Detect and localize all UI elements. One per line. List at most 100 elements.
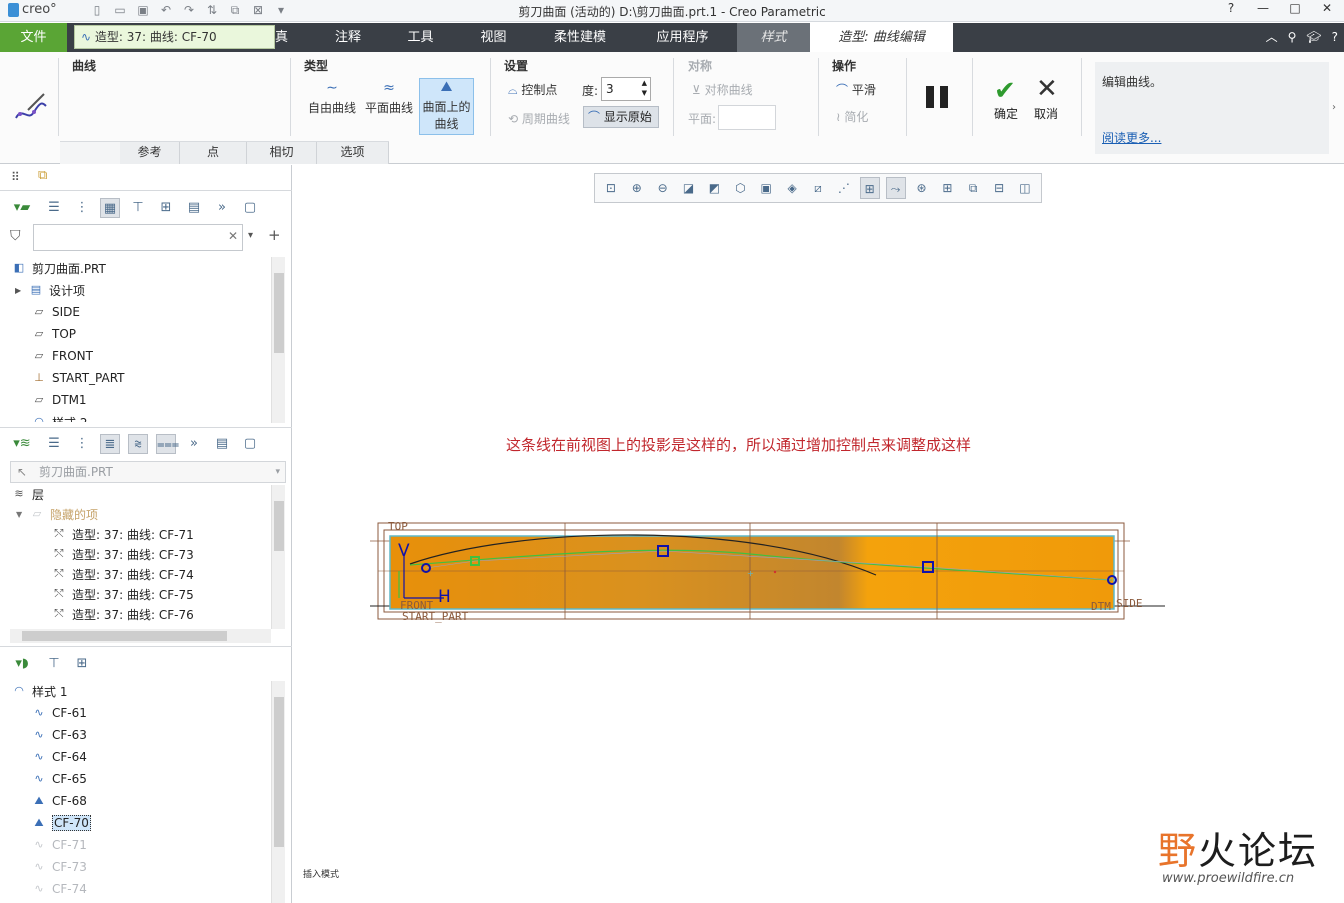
folder-browser-tab-icon[interactable]: ⧉ xyxy=(38,168,47,183)
tree-item-style-2[interactable]: ◠样式 2 xyxy=(32,412,87,422)
simplify-button[interactable]: ≀ 简化 xyxy=(836,108,868,125)
help-button[interactable]: ? xyxy=(1220,1,1242,15)
layer-item[interactable]: ⤲ 造型: 37: 曲线: CF-73 xyxy=(52,544,194,564)
help-icon[interactable]: ? xyxy=(1332,23,1338,52)
zoom-out-icon[interactable]: ⊖ xyxy=(653,177,673,199)
style-item-cf-61[interactable]: ∿ CF-61 xyxy=(32,703,87,723)
control-points-display-icon[interactable]: ⊞ xyxy=(859,177,880,199)
active-plane-icon[interactable]: ⧉ xyxy=(963,177,983,199)
redo-icon[interactable]: ↷ xyxy=(180,3,198,18)
open-file-icon[interactable]: ▭ xyxy=(111,3,129,18)
style-item-cf-64[interactable]: ∿ CF-64 xyxy=(32,747,87,767)
model-tree-dropdown-icon[interactable]: ▾▰ xyxy=(8,198,36,218)
saved-views-icon[interactable]: ⬡ xyxy=(730,177,750,199)
tree-item-start-part[interactable]: ⊥ START_PART xyxy=(32,368,124,388)
save-icon[interactable]: ▣ xyxy=(134,3,152,18)
menu-tools[interactable]: 工具 xyxy=(384,23,457,52)
layer-hscrollbar[interactable] xyxy=(10,629,271,643)
clear-search-icon[interactable]: ✕ xyxy=(228,229,238,243)
menu-view[interactable]: 视图 xyxy=(457,23,530,52)
curve-selector-field[interactable]: ∿ 造型: 37: 曲线: CF-70 xyxy=(74,25,275,49)
refit-icon[interactable]: ⊡ xyxy=(601,177,621,199)
style-root[interactable]: ◠ 样式 1 xyxy=(12,681,67,701)
control-points-toggle[interactable]: ⌓ 控制点 xyxy=(508,81,557,98)
hscroll-thumb[interactable] xyxy=(22,631,227,641)
show-icon[interactable]: ▤ xyxy=(184,198,204,218)
cancel-button[interactable]: 取消 xyxy=(1034,105,1058,122)
close-window-icon[interactable]: ⊠ xyxy=(249,3,267,18)
layer-item[interactable]: ⤲ 造型: 37: 曲线: CF-76 xyxy=(52,604,194,624)
tree-item-front[interactable]: ▱ FRONT xyxy=(32,346,93,366)
style-item-cf-74[interactable]: ∿ CF-74 xyxy=(32,879,87,899)
collapse-arrow-icon[interactable]: ▼ xyxy=(16,510,24,519)
more-icon[interactable]: » xyxy=(184,434,204,454)
pause-icon[interactable] xyxy=(926,86,950,108)
search-icon[interactable]: ⚲ xyxy=(1288,23,1297,52)
perspective-icon[interactable]: ◈ xyxy=(782,177,802,199)
add-filter-icon[interactable]: + xyxy=(268,226,281,244)
style-dropdown-icon[interactable]: ▾◗ xyxy=(8,654,36,674)
view-manager-icon[interactable]: ▣ xyxy=(756,177,776,199)
spin-center-icon[interactable]: ⊛ xyxy=(912,177,932,199)
grid-icon[interactable]: ⊞ xyxy=(937,177,957,199)
undo-icon[interactable]: ↶ xyxy=(157,3,175,18)
learning-icon[interactable]: 🎓︎ xyxy=(1306,23,1321,52)
model-tree-tab-icon[interactable]: ⠿ xyxy=(11,170,20,184)
tree-columns-icon[interactable]: ▦ xyxy=(100,198,120,218)
plane-curve-button[interactable]: ≈ 平面曲线 xyxy=(362,80,416,134)
chevron-down-icon[interactable]: ▾ xyxy=(275,462,280,482)
notes-icon[interactable]: ▢ xyxy=(240,198,260,218)
tree-search-input[interactable]: ✕ xyxy=(33,224,243,251)
collapse-all-icon[interactable]: ⋮ xyxy=(72,198,92,218)
expand-arrow-icon[interactable]: ▶ xyxy=(15,286,23,295)
collapse-all-icon[interactable]: ⋮ xyxy=(72,434,92,454)
ribbon-collapse-icon[interactable]: ︿ xyxy=(1266,23,1278,52)
menu-annotate[interactable]: 注释 xyxy=(312,23,384,52)
layer-item[interactable]: ⤲ 造型: 37: 曲线: CF-75 xyxy=(52,584,194,604)
tab-curve-edit[interactable]: 造型: 曲线编辑 xyxy=(810,23,953,52)
style-tree-scrollbar[interactable] xyxy=(271,681,285,903)
expand-all-icon[interactable]: ☰ xyxy=(44,198,64,218)
menu-applications[interactable]: 应用程序 xyxy=(630,23,735,52)
ok-button[interactable]: 确定 xyxy=(994,105,1018,122)
repaint-icon[interactable]: ◪ xyxy=(679,177,699,199)
display-style-icon[interactable]: ◩ xyxy=(705,177,725,199)
tab-references[interactable]: 参考 xyxy=(120,142,180,164)
layer-model-selector[interactable]: ↖ 剪刀曲面.PRT ▾ xyxy=(10,461,286,483)
tree-item-side[interactable]: ▱ SIDE xyxy=(32,302,80,322)
cancel-x-icon[interactable]: ✕ xyxy=(1036,74,1058,104)
layer-hidden-items[interactable]: ▼ ▱ 隐藏的项 xyxy=(16,504,98,524)
tree-root[interactable]: ◧ 剪刀曲面.PRT xyxy=(12,258,106,278)
model-viewport[interactable]: + TOP V H FRONT START_PART DTM SIDE xyxy=(370,516,1170,626)
curvature-display-icon[interactable]: ⤳ xyxy=(885,177,906,199)
expand-all-icon[interactable]: ☰ xyxy=(44,434,64,454)
menu-file[interactable]: 文件 xyxy=(0,23,67,52)
spinner-arrows-icon[interactable]: ▲ ▼ xyxy=(642,78,647,98)
filter-icon[interactable]: ⛉ xyxy=(10,228,21,244)
tree-settings-icon[interactable]: ⊞ xyxy=(72,654,92,674)
smooth-button[interactable]: ⌒ 平滑 xyxy=(836,81,876,98)
scroll-thumb[interactable] xyxy=(274,501,284,551)
layer-hide-icon[interactable]: ⩬ xyxy=(128,434,148,454)
layer-notes-icon[interactable]: ▢ xyxy=(240,434,260,454)
ribbon-scroll-right-icon[interactable]: › xyxy=(1332,102,1336,113)
multi-view-icon[interactable]: ⊟ xyxy=(989,177,1009,199)
tab-tangent[interactable]: 相切 xyxy=(247,142,317,164)
tab-style[interactable]: 样式 xyxy=(737,23,810,52)
read-more-link[interactable]: 阅读更多... xyxy=(1102,129,1161,146)
tree-filter-icon[interactable]: ⊤ xyxy=(128,198,148,218)
layer-show-icon[interactable]: ≣ xyxy=(100,434,120,454)
orient-icon[interactable]: ◫ xyxy=(1015,177,1035,199)
tree-item-dtm1[interactable]: ▱ DTM1 xyxy=(32,390,87,410)
layer-root[interactable]: ≋ 层 xyxy=(12,484,44,504)
style-item-cf-73[interactable]: ∿ CF-73 xyxy=(32,857,87,877)
more-icon[interactable]: » xyxy=(212,198,232,218)
layer-item[interactable]: ⤲ 造型: 37: 曲线: CF-71 xyxy=(52,524,194,544)
free-curve-button[interactable]: ∼ 自由曲线 xyxy=(305,80,359,134)
style-item-cf-65[interactable]: ∿ CF-65 xyxy=(32,769,87,789)
style-item-cf-63[interactable]: ∿ CF-63 xyxy=(32,725,87,745)
tab-points[interactable]: 点 xyxy=(180,142,247,164)
symmetric-curve-button[interactable]: ⊻ 对称曲线 xyxy=(692,81,753,98)
maximize-button[interactable]: □ xyxy=(1284,1,1306,15)
regenerate-icon[interactable]: ⇅ xyxy=(203,3,221,18)
